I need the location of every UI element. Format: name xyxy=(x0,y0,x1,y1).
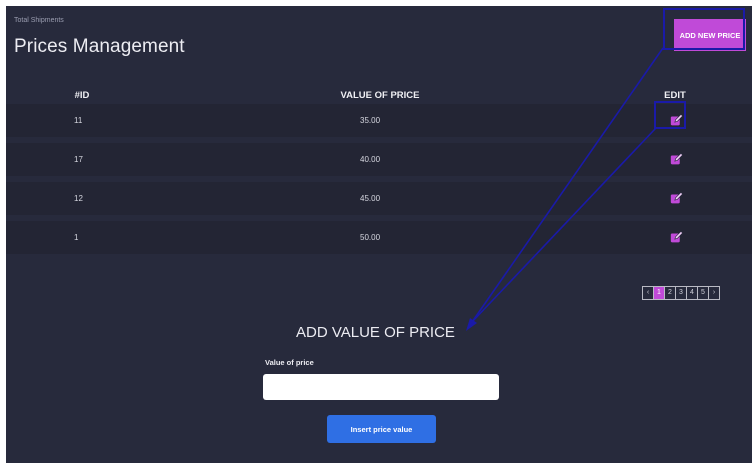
pagination-page-1[interactable]: 1 xyxy=(654,287,665,299)
add-button-highlight xyxy=(663,8,745,50)
pagination-page-4[interactable]: 4 xyxy=(687,287,698,299)
pagination-page-3[interactable]: 3 xyxy=(676,287,687,299)
edit-icon[interactable] xyxy=(670,153,683,166)
column-header-edit: EDIT xyxy=(664,90,686,101)
pagination-page-5[interactable]: 5 xyxy=(698,287,709,299)
table-row: 17 40.00 xyxy=(6,143,752,176)
table-row: 11 35.00 xyxy=(6,104,752,137)
row-value: 45.00 xyxy=(360,194,381,203)
pagination: ‹ 1 2 3 4 5 › xyxy=(642,286,720,300)
pagination-prev[interactable]: ‹ xyxy=(643,287,654,299)
row-id: 17 xyxy=(74,155,83,164)
page-subtitle: Total Shipments xyxy=(14,17,64,24)
pagination-page-2[interactable]: 2 xyxy=(665,287,676,299)
table-row: 12 45.00 xyxy=(6,182,752,215)
insert-price-button[interactable]: Insert price value xyxy=(327,415,436,443)
row-value: 35.00 xyxy=(360,116,381,125)
price-field-label: Value of price xyxy=(265,358,314,367)
price-value-input[interactable] xyxy=(263,374,499,400)
edit-icon[interactable] xyxy=(670,192,683,205)
row-id: 11 xyxy=(74,116,83,125)
row-value: 40.00 xyxy=(360,155,381,164)
table-row: 1 50.00 xyxy=(6,221,752,254)
form-title: ADD VALUE OF PRICE xyxy=(296,324,455,341)
edit-icon[interactable] xyxy=(670,231,683,244)
row-id: 12 xyxy=(74,194,83,203)
row-value: 50.00 xyxy=(360,233,381,242)
pagination-next[interactable]: › xyxy=(709,287,719,299)
page-title: Prices Management xyxy=(14,36,185,57)
column-header-value: VALUE OF PRICE xyxy=(340,90,420,101)
row-id: 1 xyxy=(74,233,79,242)
column-header-id: #ID xyxy=(74,90,90,101)
main-panel: Total Shipments Prices Management ADD NE… xyxy=(6,6,752,463)
edit-icon-highlight xyxy=(654,101,686,129)
